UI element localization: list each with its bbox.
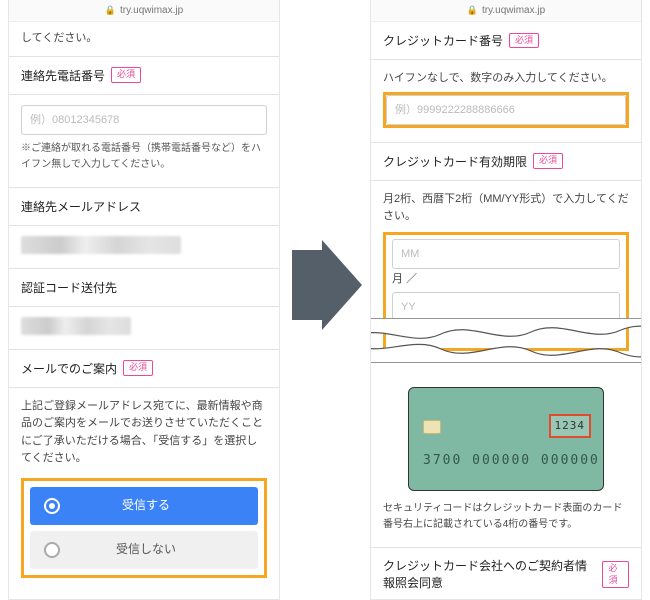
ccexpiry-hint: 月2桁、西暦下2桁（MM/YY形式）で入力してください。 <box>383 191 629 226</box>
top-note-fragment: してください。 <box>9 22 279 56</box>
section-body-mailguide: 上記ご登録メールアドレス宛てに、最新情報や商品のご案内をメールでお送りさせていた… <box>9 388 279 592</box>
section-body-authdest <box>9 307 279 349</box>
card-masked-number: 3700 000000 000000 <box>423 451 600 472</box>
credit-card-graphic: 1234 3700 000000 000000 <box>408 387 604 491</box>
right-screen-panel: 🔒 try.uqwimax.jp クレジットカード番号 必須 ハイフンなしで、数… <box>370 0 642 600</box>
section-label: 連絡先電話番号 <box>21 67 105 84</box>
section-header-consent: クレジットカード会社へのご契約者情報照会同意 必須 <box>371 547 641 600</box>
required-badge: 必須 <box>533 153 563 169</box>
month-sep-label: 月 ／ <box>392 271 620 289</box>
section-label: クレジットカード有効期限 <box>383 153 527 170</box>
url-text: try.uqwimax.jp <box>120 5 183 16</box>
email-value-redacted <box>21 236 181 254</box>
section-label: クレジットカード番号 <box>383 32 503 49</box>
section-header-mailguide: メールでのご案内 必須 <box>9 349 279 388</box>
section-body-ccnumber: ハイフンなしで、数字のみ入力してください。 <box>371 60 641 142</box>
mailguide-desc: 上記ご登録メールアドレス宛てに、最新情報や商品のご案内をメールでお送りさせていた… <box>21 398 267 468</box>
ccnumber-input[interactable] <box>386 95 626 125</box>
section-header-ccnumber: クレジットカード番号 必須 <box>371 22 641 60</box>
section-label: 連絡先メールアドレス <box>21 198 141 215</box>
url-bar: 🔒 try.uqwimax.jp <box>371 0 641 22</box>
lock-icon: 🔒 <box>105 5 116 16</box>
section-body-cardgraphic: 1234 3700 000000 000000 セキュリティコードはクレジットカ… <box>371 365 641 547</box>
required-badge: 必須 <box>509 33 539 49</box>
section-label: クレジットカード会社へのご契約者情報照会同意 <box>383 558 596 592</box>
radio-opt-out[interactable]: 受信しない <box>30 531 258 569</box>
section-label: 認証コード送付先 <box>21 279 117 296</box>
authdest-value-redacted <box>21 317 131 335</box>
radio-label: 受信しない <box>48 540 244 559</box>
url-bar: 🔒 try.uqwimax.jp <box>9 0 279 22</box>
section-header-authdest: 認証コード送付先 <box>9 268 279 307</box>
phone-input[interactable] <box>21 105 267 135</box>
mailguide-radio-group: 受信する 受信しない <box>21 478 267 578</box>
card-chip-icon <box>423 420 441 434</box>
required-badge: 必須 <box>602 561 629 588</box>
phone-note: ※ご連絡が取れる電話番号（携帯電話番号など）をハイフン無しで入力してください。 <box>21 141 267 173</box>
required-badge: 必須 <box>111 67 141 83</box>
section-body-phone: ※ご連絡が取れる電話番号（携帯電話番号など）をハイフン無しで入力してください。 <box>9 95 279 187</box>
required-badge: 必須 <box>123 360 153 376</box>
lock-icon: 🔒 <box>467 5 478 16</box>
ccnumber-hint: ハイフンなしで、数字のみ入力してください。 <box>383 70 629 88</box>
security-code-note: セキュリティコードはクレジットカード表面のカード番号右上に記載されている4桁の番… <box>383 501 629 533</box>
url-text: try.uqwimax.jp <box>482 5 545 16</box>
section-body-ccexpiry: 月2桁、西暦下2桁（MM/YY形式）で入力してください。 月 ／ 年 <box>371 181 641 365</box>
ccexpiry-yy-input[interactable] <box>392 292 620 322</box>
radio-opt-in[interactable]: 受信する <box>30 487 258 525</box>
year-label: 年 <box>392 324 620 342</box>
card-security-code-highlight: 1234 <box>549 414 592 438</box>
section-header-ccexpiry: クレジットカード有効期限 必須 <box>371 142 641 181</box>
section-body-email <box>9 226 279 268</box>
section-label: メールでのご案内 <box>21 360 117 377</box>
ccexpiry-mm-input[interactable] <box>392 239 620 269</box>
radio-label: 受信する <box>48 496 244 515</box>
arrow-icon <box>292 240 362 330</box>
section-header-phone: 連絡先電話番号 必須 <box>9 56 279 95</box>
section-header-email: 連絡先メールアドレス <box>9 187 279 226</box>
left-screen-panel: 🔒 try.uqwimax.jp してください。 連絡先電話番号 必須 ※ご連絡… <box>8 0 280 600</box>
